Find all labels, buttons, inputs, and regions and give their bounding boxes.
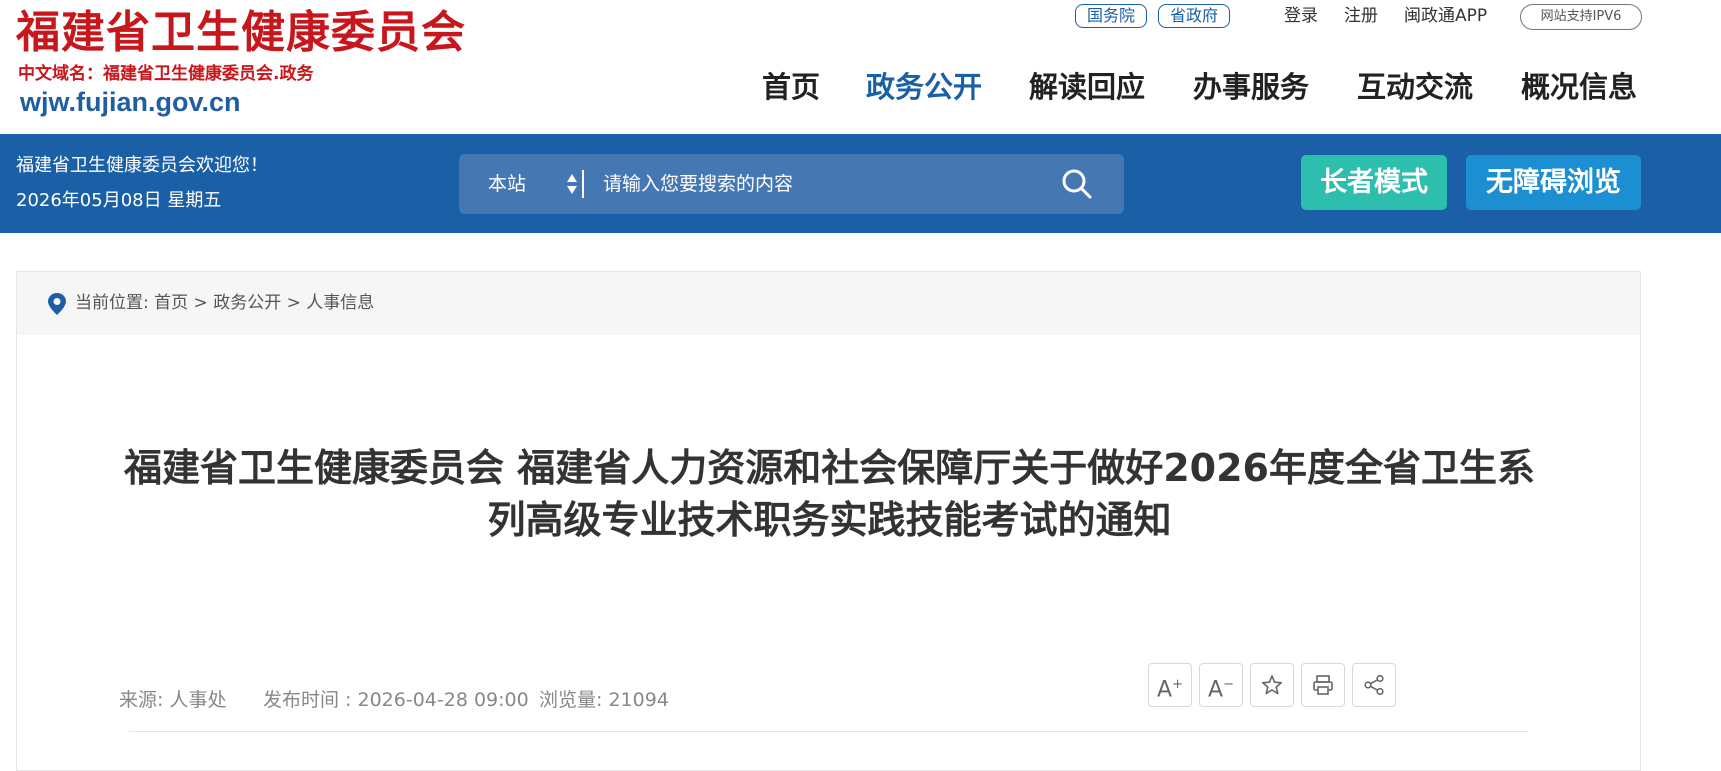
views-label: 浏览量: — [539, 689, 603, 711]
search-input[interactable] — [603, 164, 1033, 204]
search-icon[interactable] — [1061, 168, 1093, 200]
font-smaller-button[interactable]: A− — [1199, 663, 1243, 707]
site-logo-title[interactable]: 福建省卫生健康委员会 — [16, 6, 466, 60]
welcome-text: 福建省卫生健康委员会欢迎您！ — [16, 155, 268, 176]
share-button[interactable] — [1352, 663, 1396, 707]
site-header: 福建省卫生健康委员会 中文域名：福建省卫生健康委员会.政务 wjw.fujian… — [0, 0, 1721, 134]
search-box: 本站 — [459, 154, 1124, 214]
breadcrumb-separator: > — [286, 293, 301, 313]
article-source: 来源: 人事处 — [119, 685, 226, 715]
nav-interpretation[interactable]: 解读回应 — [1029, 68, 1145, 106]
updown-arrows-icon[interactable] — [566, 170, 578, 198]
nav-government-affairs[interactable]: 政务公开 — [866, 68, 982, 106]
favorite-button[interactable] — [1250, 663, 1294, 707]
shengzhengfu-link[interactable]: 省政府 — [1158, 4, 1230, 28]
publish-label: 发布时间 : — [263, 689, 352, 711]
article-panel: 当前位置: 首页 > 政务公开 > 人事信息 福建省卫生健康委员会 福建省人力资… — [16, 271, 1641, 771]
nav-overview[interactable]: 概况信息 — [1521, 68, 1637, 106]
article-title: 福建省卫生健康委员会 福建省人力资源和社会保障厅关于做好2026年度全省卫生系列… — [124, 446, 1535, 542]
source-label: 来源: — [119, 689, 164, 711]
login-link[interactable]: 登录 — [1284, 5, 1318, 27]
accessible-browse-button[interactable]: 无障碍浏览 — [1466, 155, 1641, 210]
site-logo-url: wjw.fujian.gov.cn — [20, 87, 241, 117]
font-larger-icon: A+ — [1157, 677, 1183, 703]
breadcrumb: 当前位置: 首页 > 政务公开 > 人事信息 — [17, 272, 1640, 335]
search-scope-select[interactable]: 本站 — [488, 154, 526, 214]
breadcrumb-home[interactable]: 首页 — [154, 293, 188, 313]
nav-services[interactable]: 办事服务 — [1193, 68, 1309, 106]
elder-mode-button[interactable]: 长者模式 — [1301, 155, 1447, 210]
search-divider — [582, 170, 584, 198]
font-smaller-icon: A− — [1208, 677, 1234, 703]
nav-interaction[interactable]: 互动交流 — [1357, 68, 1473, 106]
source-value: 人事处 — [169, 689, 227, 711]
meta-divider — [129, 731, 1529, 732]
breadcrumb-text: 当前位置: 首页 > 政务公开 > 人事信息 — [75, 272, 374, 335]
date-text: 2026年05月08日 星期五 — [16, 190, 222, 211]
guowuyuan-link[interactable]: 国务院 — [1075, 4, 1147, 28]
nav-home[interactable]: 首页 — [762, 68, 820, 106]
star-icon — [1261, 675, 1283, 695]
ipv6-badge[interactable]: 网站支持IPV6 — [1520, 4, 1642, 30]
article-views: 浏览量: 21094 — [539, 685, 669, 715]
breadcrumb-government-affairs[interactable]: 政务公开 — [213, 293, 281, 313]
font-larger-button[interactable]: A+ — [1148, 663, 1192, 707]
breadcrumb-separator: > — [193, 293, 208, 313]
register-link[interactable]: 注册 — [1344, 5, 1378, 27]
breadcrumb-personnel-info[interactable]: 人事信息 — [306, 293, 374, 313]
article-publish-time: 发布时间 : 2026-04-28 09:00 — [263, 685, 529, 715]
share-icon — [1364, 674, 1384, 696]
app-link[interactable]: 闽政通APP — [1404, 5, 1487, 27]
views-value: 21094 — [608, 689, 669, 711]
site-logo-subtitle: 中文域名：福建省卫生健康委员会.政务 — [18, 64, 314, 84]
breadcrumb-prefix: 当前位置: — [75, 293, 149, 313]
printer-icon — [1313, 675, 1333, 695]
print-button[interactable] — [1301, 663, 1345, 707]
location-pin-icon — [48, 293, 66, 315]
publish-value: 2026-04-28 09:00 — [357, 689, 529, 711]
info-search-bar: 福建省卫生健康委员会欢迎您！ 2026年05月08日 星期五 本站 长者模式 无… — [0, 134, 1721, 233]
